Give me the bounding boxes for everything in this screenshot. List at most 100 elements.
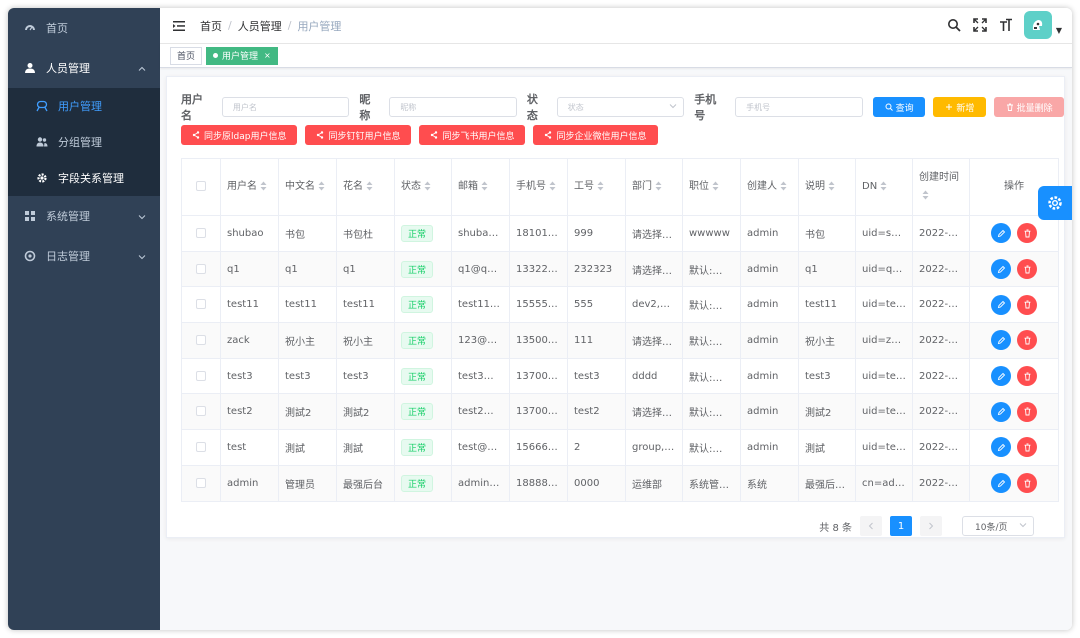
fullscreen-icon[interactable] (972, 17, 988, 33)
row-checkbox[interactable] (196, 334, 206, 345)
sort-caret-icon[interactable] (828, 181, 835, 191)
edit-button[interactable] (991, 401, 1011, 422)
sync-wecom-button[interactable]: 同步企业微信用户信息 (533, 125, 658, 145)
hamburger-icon[interactable] (172, 19, 186, 33)
col-header[interactable]: 状态 (394, 158, 452, 216)
sync-dingtalk-button[interactable]: 同步钉钉用户信息 (305, 125, 412, 145)
next-page-button[interactable] (920, 516, 942, 536)
table-row: q1 q1 q1 正常 q1@qq… 13322… 232323 请选择… 默认:… admin q… (181, 250, 1059, 288)
sort-caret-icon[interactable] (549, 181, 556, 191)
chevron-down-icon (1019, 521, 1027, 532)
select-all-checkbox[interactable] (196, 181, 206, 191)
table-cell: 測試2 (336, 393, 395, 431)
caret-down-icon[interactable]: ▼ (1056, 26, 1062, 35)
add-button[interactable]: 新增 (933, 97, 987, 117)
table-cell: 2022-… (912, 215, 970, 252)
breadcrumb-home[interactable]: 首页 (200, 18, 222, 34)
sort-caret-icon[interactable] (597, 181, 604, 191)
col-header[interactable]: 创建人 (740, 158, 799, 216)
col-header[interactable]: 邮箱 (451, 158, 510, 216)
chevron-down-icon (669, 102, 677, 112)
font-size-icon[interactable] (998, 17, 1014, 33)
row-checkbox[interactable] (196, 406, 206, 417)
close-icon[interactable]: × (264, 51, 271, 60)
edit-button[interactable] (991, 437, 1011, 458)
col-header[interactable]: 职位 (682, 158, 741, 216)
avatar[interactable] (1023, 11, 1052, 39)
page-size-select[interactable]: 10条/页 (962, 516, 1034, 536)
sync-ldap-button[interactable]: 同步原ldap用户信息 (181, 125, 298, 145)
table-cell: 祝小主 (336, 322, 395, 359)
delete-button[interactable] (1017, 259, 1037, 280)
sort-caret-icon[interactable] (780, 181, 787, 191)
edit-button[interactable] (991, 294, 1011, 315)
trash-icon (1024, 265, 1030, 273)
col-header[interactable]: 说明 (798, 158, 856, 216)
col-header[interactable]: 创建时间 (912, 158, 970, 216)
row-checkbox[interactable] (196, 227, 206, 238)
sort-caret-icon[interactable] (481, 181, 488, 191)
sort-caret-icon[interactable] (424, 181, 431, 191)
sort-caret-icon[interactable] (655, 181, 662, 191)
edit-button[interactable] (991, 366, 1011, 387)
delete-button[interactable] (1017, 473, 1037, 494)
sidebar-item-users[interactable]: 用户管理 (8, 88, 160, 124)
tag-user-mgmt[interactable]: 用户管理 × (206, 46, 278, 65)
sidebar-item-system[interactable]: 系统管理 (8, 196, 160, 236)
page-number-current[interactable]: 1 (890, 516, 912, 536)
table-cell: admin (740, 215, 799, 252)
sidebar-item-label: 日志管理 (46, 250, 90, 263)
sidebar-item-logs[interactable]: 日志管理 (8, 236, 160, 276)
delete-button[interactable] (1017, 223, 1037, 244)
prev-page-button[interactable] (860, 516, 882, 536)
sidebar-item-user-mgmt[interactable]: 人员管理 (8, 48, 160, 88)
sidebar-item-groups[interactable]: 分组管理 (8, 124, 160, 160)
sidebar-item-field-relations[interactable]: 字段关系管理 (8, 160, 160, 196)
col-header[interactable]: 中文名 (278, 158, 337, 216)
edit-button[interactable] (991, 473, 1011, 494)
sidebar-item-home[interactable]: 首页 (8, 8, 160, 48)
edit-icon (997, 408, 1005, 416)
delete-button[interactable] (1017, 366, 1037, 387)
row-checkbox[interactable] (196, 441, 206, 452)
sort-caret-icon[interactable] (260, 181, 267, 191)
breadcrumb-user-mgmt[interactable]: 人员管理 (238, 18, 282, 34)
sort-caret-icon[interactable] (880, 181, 887, 191)
col-header[interactable]: 手机号 (509, 158, 568, 216)
delete-button[interactable] (1017, 330, 1037, 351)
edit-button[interactable] (991, 259, 1011, 280)
username-input[interactable]: 用户名 (221, 97, 350, 117)
col-header[interactable]: 花名 (336, 158, 395, 216)
table-cell: admin (740, 250, 799, 288)
batch-delete-button[interactable]: 批量删除 (994, 97, 1064, 117)
row-checkbox[interactable] (196, 299, 206, 310)
search-button[interactable]: 查询 (872, 97, 926, 117)
sort-caret-icon[interactable] (318, 181, 325, 191)
col-header[interactable]: DN (855, 158, 913, 216)
status-select[interactable]: 状态 (556, 97, 685, 117)
tag-home[interactable]: 首页 (170, 46, 203, 65)
col-header[interactable]: 部门 (625, 158, 683, 216)
edit-button[interactable] (991, 223, 1011, 244)
sort-caret-icon[interactable] (712, 181, 719, 191)
add-button-label: 新增 (956, 103, 975, 114)
sync-feishu-button[interactable]: 同步飞书用户信息 (419, 125, 526, 145)
nickname-input[interactable]: 昵称 (389, 97, 517, 117)
row-checkbox[interactable] (196, 370, 206, 381)
phone-input[interactable]: 手机号 (735, 97, 863, 117)
delete-button[interactable] (1017, 437, 1037, 458)
table-cell: q1 (798, 250, 856, 288)
settings-button[interactable] (1038, 186, 1072, 220)
row-checkbox[interactable] (196, 477, 206, 488)
sort-caret-icon[interactable] (922, 190, 929, 200)
col-header[interactable]: 工号 (567, 158, 626, 216)
sort-caret-icon[interactable] (366, 181, 373, 191)
delete-button[interactable] (1017, 294, 1037, 315)
delete-button[interactable] (1017, 401, 1037, 422)
search-icon[interactable] (946, 17, 962, 33)
row-checkbox[interactable] (196, 263, 206, 274)
table-cell: group,… (625, 429, 683, 466)
edit-button[interactable] (991, 330, 1011, 351)
col-header[interactable]: 用户名 (220, 158, 279, 216)
sync-wecom-label: 同步企业微信用户信息 (556, 131, 647, 142)
